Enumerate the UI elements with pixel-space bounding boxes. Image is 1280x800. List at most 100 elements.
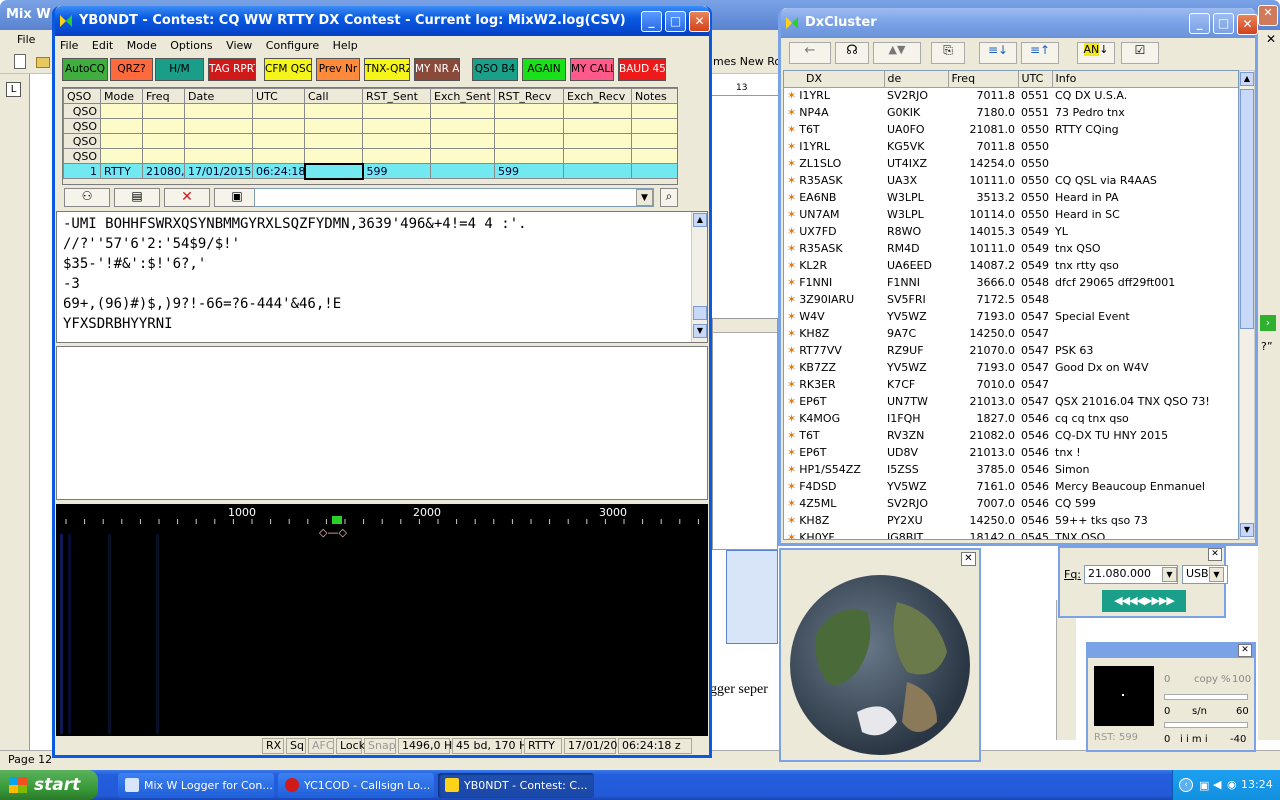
upload-list-icon[interactable]: ≡↑ xyxy=(1021,42,1059,64)
log-cell[interactable] xyxy=(252,133,305,149)
log-cell[interactable]: RTTY xyxy=(100,163,143,179)
log-cell[interactable] xyxy=(142,148,185,164)
log-cell[interactable] xyxy=(184,148,253,164)
log-cell[interactable] xyxy=(142,103,185,119)
dx-spot-row[interactable]: ✶ RK3ER K7CF 7010.0 0547 xyxy=(784,376,1238,393)
dx-spot-row[interactable]: ✶ EP6T UN7TW 21013.0 0547 QSX 21016.04 TNX QS… xyxy=(784,393,1238,410)
log-cell[interactable]: 06:24:18 xyxy=(252,163,305,179)
log-cell[interactable] xyxy=(430,148,495,164)
freq-close-button[interactable]: ✕ xyxy=(1208,548,1222,561)
dx-spot-row[interactable]: ✶ T6T UA0FO 21081.0 0550 RTTY CQing xyxy=(784,121,1238,138)
log-cell[interactable] xyxy=(142,118,185,134)
log-cell[interactable]: 1 xyxy=(63,163,101,179)
dx-column-header[interactable]: de xyxy=(884,71,949,88)
log-cell[interactable] xyxy=(563,148,632,164)
log-cell[interactable] xyxy=(362,118,431,134)
macro-button[interactable]: QSO B4 xyxy=(472,58,518,81)
dx-column-header[interactable]: Info xyxy=(1052,71,1238,88)
log-row[interactable]: QSO xyxy=(63,133,677,149)
macro-button[interactable]: TNX-QRZ xyxy=(364,58,410,81)
tune-arrows-button[interactable]: ◀◀◀◀▶▶▶▶ xyxy=(1102,590,1186,612)
status-field[interactable]: 45 bd, 170 Hz xyxy=(452,738,533,754)
log-cell[interactable] xyxy=(100,133,143,149)
log-cell[interactable] xyxy=(631,148,677,164)
filter-list-icon[interactable]: ☑ xyxy=(1121,42,1159,64)
waterfall[interactable]: 1000 2000 3000 ◇—◇ xyxy=(56,504,708,736)
log-cell[interactable]: 21080,0 xyxy=(142,163,185,179)
macro-button[interactable]: Prev Nr xyxy=(316,58,360,81)
back-arrow-icon[interactable]: ← xyxy=(789,42,831,64)
log-column-header[interactable]: Exch_Sent xyxy=(430,88,495,104)
call-combo[interactable] xyxy=(254,188,654,207)
menu-mode[interactable]: Mode xyxy=(122,36,162,55)
log-column-header[interactable]: RST_Sent xyxy=(362,88,431,104)
log-cell[interactable] xyxy=(563,133,632,149)
log-cell[interactable]: QSO xyxy=(63,133,101,149)
log-cell[interactable]: QSO xyxy=(63,118,101,134)
macro-button[interactable]: H/M xyxy=(155,58,204,81)
dx-scrollbar[interactable]: ▲ ▼ xyxy=(1239,70,1255,540)
log-column-header[interactable]: Date xyxy=(184,88,253,104)
status-field[interactable]: Lock xyxy=(336,738,365,754)
log-column-header[interactable]: UTC xyxy=(252,88,305,104)
dx-spot-row[interactable]: ✶ 3Z90IARU SV5FRI 7172.5 0548 xyxy=(784,291,1238,308)
status-field[interactable]: 1496,0 Hz xyxy=(398,738,458,754)
log-column-header[interactable]: Notes xyxy=(631,88,677,104)
dx-spot-row[interactable]: ✶ UN7AM W3LPL 10114.0 0550 Heard in SC xyxy=(784,206,1238,223)
dx-spot-row[interactable]: ✶ KH0YF JG8BIT 18142.0 0545 TNX QSO xyxy=(784,529,1238,539)
dx-spot-row[interactable]: ✶ I1YRL SV2RJO 7011.8 0551 CQ DX U.S.A. xyxy=(784,87,1238,104)
log-column-header[interactable]: Mode xyxy=(100,88,143,104)
log-cell[interactable] xyxy=(184,133,253,149)
dx-minimize-button[interactable]: _ xyxy=(1189,13,1210,34)
macro-button[interactable]: QRZ? xyxy=(110,58,153,81)
log-column-header[interactable]: QSO xyxy=(63,88,101,104)
log-cell[interactable] xyxy=(304,118,363,134)
log-row[interactable]: QSO xyxy=(63,118,677,134)
macro-button[interactable]: BAUD 45 xyxy=(618,58,666,81)
dx-column-header[interactable]: DX xyxy=(784,71,885,88)
status-field[interactable]: Snap xyxy=(364,738,396,754)
macro-button[interactable]: MY CALL xyxy=(570,58,614,81)
taskbar-item[interactable]: YC1COD - Callsign Lo... xyxy=(278,773,434,798)
globe-close-button[interactable]: ✕ xyxy=(961,552,976,566)
log-cell[interactable]: QSO xyxy=(63,148,101,164)
taskbar-item[interactable]: YB0NDT - Contest: C... xyxy=(438,773,594,798)
log-cell[interactable] xyxy=(304,133,363,149)
log-cell[interactable] xyxy=(430,103,495,119)
dx-spot-row[interactable]: ✶ KB7ZZ YV5WZ 7193.0 0547 Good Dx on W4V xyxy=(784,359,1238,376)
macro-button[interactable]: AutoCQ xyxy=(62,58,108,81)
log-cell[interactable] xyxy=(430,133,495,149)
log-cell[interactable] xyxy=(362,148,431,164)
rx-text-window[interactable]: -UMI BOHHFSWRXQSYNBMMGYRXLSQZFYDMN,3639'… xyxy=(56,211,708,343)
dx-spot-row[interactable]: ✶ ZL1SLO UT4IXZ 14254.0 0550 xyxy=(784,155,1238,172)
dx-column-header[interactable]: Freq xyxy=(948,71,1019,88)
log-cell[interactable] xyxy=(563,163,632,179)
dx-spot-row[interactable]: ✶ KH8Z 9A7C 14250.0 0547 xyxy=(784,325,1238,342)
dx-spot-row[interactable]: ✶ R35ASK RM4D 10111.0 0549 tnx QSO xyxy=(784,240,1238,257)
dx-spot-row[interactable]: ✶ K4MOG I1FQH 1827.0 0546 cq cq tnx qso xyxy=(784,410,1238,427)
dx-spot-row[interactable]: ✶ W4V YV5WZ 7193.0 0547 Special Event xyxy=(784,308,1238,325)
freq-dropdown-icon[interactable]: ▼ xyxy=(1162,567,1177,582)
mode-dropdown-icon[interactable]: ▼ xyxy=(1209,567,1224,582)
status-field[interactable]: 06:24:18 z xyxy=(618,738,692,754)
log-cell[interactable] xyxy=(631,133,677,149)
log-column-header[interactable]: RST_Recv xyxy=(494,88,564,104)
status-field[interactable]: AFC xyxy=(308,738,334,754)
log-cell[interactable]: 599 xyxy=(494,163,564,179)
menu-options[interactable]: Options xyxy=(165,36,217,55)
log-cell[interactable] xyxy=(631,103,677,119)
tuning-marker-icon[interactable]: ◇—◇ xyxy=(314,526,352,540)
menu-configure[interactable]: Configure xyxy=(261,36,324,55)
dx-spot-row[interactable]: ✶ F4DSD YV5WZ 7161.0 0546 Mercy Beaucoup Enma… xyxy=(784,478,1238,495)
menu-view[interactable]: View xyxy=(221,36,257,55)
log-cell[interactable] xyxy=(184,103,253,119)
log-cell[interactable] xyxy=(100,118,143,134)
log-cell[interactable]: 599 xyxy=(362,163,431,179)
dx-spot-row[interactable]: ✶ 4Z5ML SV2RJO 7007.0 0546 CQ 599 xyxy=(784,495,1238,512)
dx-spot-row[interactable]: ✶ EA6NB W3LPL 3513.2 0550 Heard in PA xyxy=(784,189,1238,206)
dx-spot-row[interactable]: ✶ UX7FD R8WO 14015.3 0549 YL xyxy=(784,223,1238,240)
tuning-flag-icon[interactable] xyxy=(332,516,342,524)
menu-help[interactable]: Help xyxy=(328,36,363,55)
dx-spot-row[interactable]: ✶ F1NNI F1NNI 3666.0 0548 dfcf 29065 dff29ft0… xyxy=(784,274,1238,291)
tuning-close-button[interactable]: ✕ xyxy=(1238,644,1252,657)
